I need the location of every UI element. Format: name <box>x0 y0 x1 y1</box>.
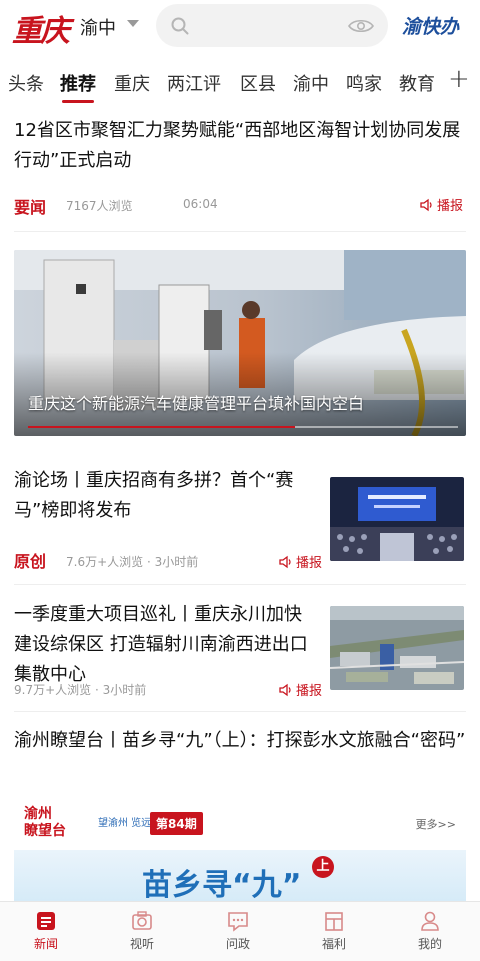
tab-liangjiang[interactable]: 两江评 <box>167 70 221 96</box>
quick-service-link[interactable]: 渝快办 <box>402 12 459 39</box>
list-item[interactable]: 渝论场丨重庆招商有多拼？首个“赛马”榜即将发布 <box>14 466 314 526</box>
broadcast-button[interactable]: 播报 <box>279 680 322 699</box>
article-thumbnail[interactable] <box>330 606 464 690</box>
conference-image <box>330 477 464 561</box>
publish-time: 06:04 <box>183 197 218 211</box>
tab-education[interactable]: 教育 <box>399 70 435 96</box>
promo-card[interactable]: 渝州 瞭望台 望渝州 览远见 第84期 更多>> 苗乡寻“九” 上 <box>14 802 466 901</box>
nav-profile[interactable]: 我的 <box>400 910 460 952</box>
article-title[interactable]: 渝论场丨重庆招商有多拼？首个“赛马”榜即将发布 <box>14 466 314 526</box>
nav-label: 我的 <box>417 937 442 951</box>
nav-news[interactable]: 新闻 <box>16 910 76 952</box>
promo-banner[interactable]: 苗乡寻“九” 上 <box>14 850 466 901</box>
tab-mingjia[interactable]: 鸣家 <box>346 70 382 96</box>
article-title[interactable]: 渝州瞭望台丨苗乡寻“九”（上）：打探彭水文旅融合“密码” <box>14 726 466 756</box>
list-item[interactable]: 一季度重大项目巡礼丨重庆永川加快建设综保区 打造辐射川南渝西进出口集散中心 <box>14 600 314 690</box>
article-title[interactable]: 一季度重大项目巡礼丨重庆永川加快建设综保区 打造辐射川南渝西进出口集散中心 <box>14 600 314 690</box>
more-link[interactable]: 更多>> <box>416 816 456 832</box>
user-icon <box>421 911 439 931</box>
search-input[interactable] <box>156 4 388 47</box>
divider <box>14 231 466 232</box>
tab-yuzhong[interactable]: 渝中 <box>293 70 329 96</box>
bottom-navigation: 新闻 视听 问政 福利 我的 <box>0 901 480 961</box>
divider <box>14 711 466 712</box>
issue-badge: 第84期 <box>150 812 203 835</box>
app-logo[interactable]: 重庆 <box>12 6 70 50</box>
add-channel-icon[interactable]: + <box>448 64 470 94</box>
broadcast-button[interactable]: 播报 <box>420 195 463 214</box>
banner-carousel[interactable]: 重庆这个新能源汽车健康管理平台填补国内空白 <box>14 250 466 436</box>
article-tag: 原创 <box>14 552 47 571</box>
broadcast-label: 播报 <box>296 556 323 571</box>
list-item[interactable]: 12省区市聚智汇力聚势赋能“西部地区海智计划协同发展行动”正式启动 <box>14 116 466 176</box>
nav-label: 福利 <box>321 937 346 951</box>
district-selector-label[interactable]: 渝中 <box>80 14 116 40</box>
promo-headline: 苗乡寻“九” <box>142 868 302 901</box>
eye-icon[interactable] <box>348 17 374 35</box>
view-count: 9.7万+人浏览 · 3小时前 <box>14 683 147 697</box>
carousel-progress <box>28 426 458 428</box>
article-tag: 要闻 <box>14 198 47 217</box>
news-icon <box>37 912 55 930</box>
nav-welfare[interactable]: 福利 <box>304 910 364 952</box>
message-icon <box>228 912 248 932</box>
speaker-icon <box>279 555 291 568</box>
nav-label: 新闻 <box>33 937 58 951</box>
tab-recommend[interactable]: 推荐 <box>60 70 96 96</box>
promo-logo-text: 渝州 瞭望台 <box>24 806 66 839</box>
list-item[interactable]: 渝州瞭望台丨苗乡寻“九”（上）：打探彭水文旅融合“密码” <box>14 726 466 756</box>
broadcast-button[interactable]: 播报 <box>279 552 322 571</box>
nav-inquiry[interactable]: 问政 <box>208 910 268 952</box>
view-count: 7.6万+人浏览 · 3小时前 <box>66 555 199 569</box>
nav-label: 视听 <box>129 937 154 951</box>
channel-tabs: 头条 推荐 重庆 两江评 区县 渝中 鸣家 教育 + <box>0 62 480 106</box>
active-tab-indicator <box>62 100 94 103</box>
chevron-down-icon[interactable] <box>127 20 139 27</box>
banner-caption[interactable]: 重庆这个新能源汽车健康管理平台填补国内空白 <box>28 390 364 414</box>
aerial-image <box>330 606 464 690</box>
broadcast-label: 播报 <box>437 199 464 214</box>
article-thumbnail[interactable] <box>330 477 464 561</box>
search-icon <box>171 17 189 35</box>
nav-media[interactable]: 视听 <box>112 910 172 952</box>
headline-badge: 上 <box>312 856 334 878</box>
view-count: 7167人浏览 <box>66 199 133 213</box>
broadcast-label: 播报 <box>296 684 323 699</box>
article-title[interactable]: 12省区市聚智汇力聚势赋能“西部地区海智计划协同发展行动”正式启动 <box>14 116 466 176</box>
tab-chongqing[interactable]: 重庆 <box>114 70 150 96</box>
top-header: 重庆 渝中 渝快办 <box>0 0 480 52</box>
gift-icon <box>325 912 343 931</box>
nav-label: 问政 <box>225 937 250 951</box>
tab-headline[interactable]: 头条 <box>8 70 44 96</box>
carousel-progress-fill <box>28 426 295 428</box>
speaker-icon <box>420 198 432 211</box>
camera-icon <box>132 911 152 930</box>
divider <box>14 584 466 585</box>
tab-districts[interactable]: 区县 <box>240 70 276 96</box>
speaker-icon <box>279 683 291 696</box>
